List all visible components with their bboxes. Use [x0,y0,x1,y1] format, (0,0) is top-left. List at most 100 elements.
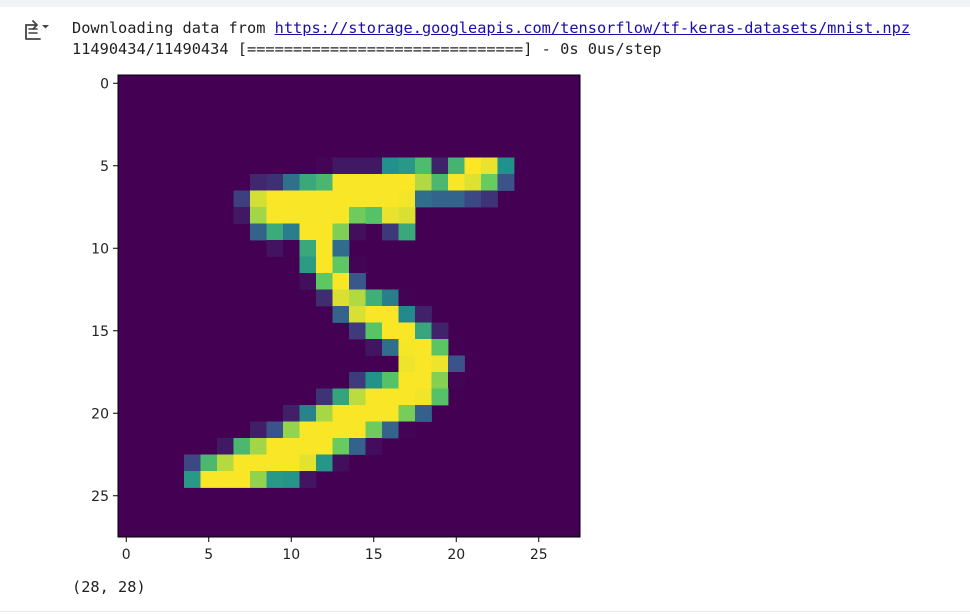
heatmap-cell [382,190,399,208]
output-collapse-icon[interactable] [24,17,56,43]
heatmap-cell [349,306,366,323]
heatmap-cell [349,273,366,290]
heatmap-cell [316,388,333,406]
heatmap-cell [316,454,333,472]
heatmap-cell [316,289,333,307]
heatmap-cell [233,454,251,472]
heatmap-cell [349,157,366,175]
heatmap-cell [266,223,284,241]
heatmap-cell [349,388,366,406]
heatmap-cell [398,289,416,307]
heatmap-cell [332,454,350,472]
heatmap-cell [299,174,317,191]
heatmap-cell [382,339,399,356]
heatmap-cell [233,190,251,208]
dataset-download-link[interactable]: https://storage.googleapis.com/tensorflo… [275,19,910,37]
heatmap-cell [184,471,201,488]
heatmap-cell [332,289,350,307]
heatmap-cell [398,421,416,439]
heatmap-cell [365,438,383,455]
heatmap-cell [316,207,333,224]
x-tick-label: 10 [282,547,300,563]
shape-output: (28, 28) [72,578,146,596]
heatmap-cell [365,322,383,340]
heatmap-cell [332,207,350,224]
heatmap-cell [217,454,234,472]
heatmap-cell [250,174,267,191]
heatmap-cell [349,372,366,389]
x-tick-label: 25 [530,547,548,563]
heatmap-cell [382,421,399,439]
heatmap-cell [448,174,465,191]
heatmap-cell [316,223,333,241]
heatmap-cell [299,207,317,224]
heatmap-cell [266,190,284,208]
heatmap-cell [382,372,399,389]
heatmap-cell [299,256,317,274]
cell-top-bar [0,0,970,7]
heatmap-cell [497,174,515,191]
heatmap-cell [431,388,449,406]
heatmap-cell [332,157,350,175]
heatmap-cell [481,157,498,175]
heatmap-cell [332,273,350,290]
heatmap-cell [382,322,399,340]
heatmap-cell [233,438,251,455]
heatmap-cell [283,438,300,455]
heatmap-cell [332,256,350,274]
heatmap-cell [431,339,449,356]
heatmap-cell [382,207,399,224]
x-axis: 0 5 10 15 20 25 [122,537,548,563]
heatmap-cell [464,190,482,208]
heatmap-cell [448,190,465,208]
output-gutter [0,7,62,615]
heatmap-cell [283,223,300,241]
heatmap-cell [415,372,432,389]
heatmap-cell [283,190,300,208]
heatmap-cell [398,157,416,175]
heatmap-cell [382,289,399,307]
cell-bottom-border [0,611,970,612]
heatmap-cell [266,421,284,439]
x-tick-label: 5 [204,547,213,563]
heatmap-cell [365,174,383,191]
heatmap-cell [217,438,234,455]
heatmap-cell [398,190,416,208]
y-tick-label: 0 [100,76,109,92]
heatmap-cell [382,388,399,406]
heatmap-cell [398,388,416,406]
download-prefix: Downloading data from [72,19,275,37]
download-progress-line: 11490434/11490434 [=====================… [72,40,662,58]
heatmap-cell [332,240,350,257]
heatmap-cell [382,306,399,323]
y-axis: 0 5 10 15 20 25 [91,76,118,505]
heatmap-cell [316,421,333,439]
heatmap-cell [299,421,317,439]
heatmap-cell [398,322,416,340]
heatmap-cell [233,207,251,224]
heatmap-cell [365,388,383,406]
heatmap-cell [200,454,218,472]
heatmap-cell [349,256,366,274]
heatmap-cell [464,157,482,175]
heatmap-cell [250,421,267,439]
heatmap-cell [398,339,416,356]
heatmap-cell [316,190,333,208]
heatmap-cell [332,174,350,191]
heatmap-cell [266,207,284,224]
heatmap-cell [332,438,350,455]
heatmap-cell [398,223,416,241]
heatmap-cell [266,454,284,472]
heatmap-cell [431,355,449,373]
heatmap-cell [349,438,366,455]
heatmap-cell [365,372,383,389]
heatmap-cell [497,157,515,175]
heatmap-cell [448,355,465,373]
heatmap-cell [365,289,383,307]
heatmap-cell [365,421,383,439]
heatmap-cell [332,306,350,323]
heatmap-cell [283,240,300,257]
y-tick-label: 20 [91,406,109,422]
heatmap-cell [316,273,333,290]
heatmap-cell [332,405,350,422]
